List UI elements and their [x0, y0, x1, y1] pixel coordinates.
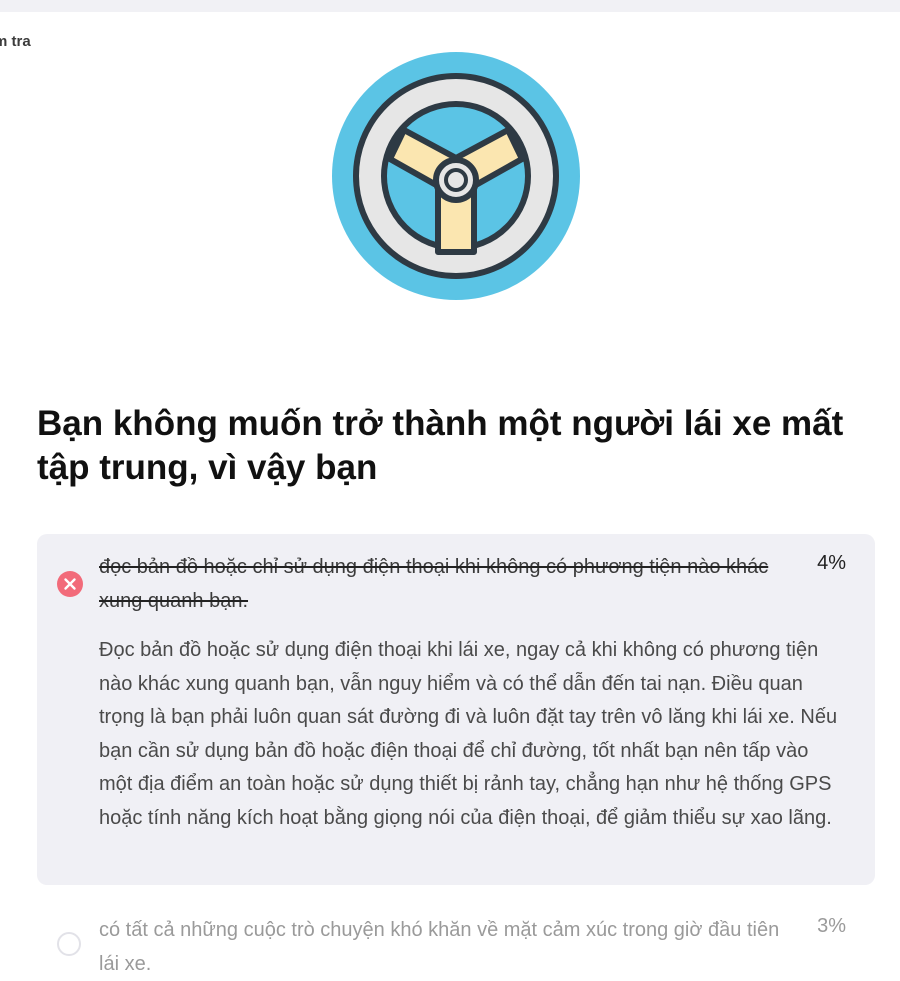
- answer-percent: 4%: [817, 552, 846, 574]
- answer-text: đọc bản đồ hoặc chỉ sử dụng điện thoại k…: [99, 556, 769, 612]
- answer-option-2[interactable]: có tất cả những cuộc trò chuyện khó khăn…: [37, 905, 875, 980]
- illustration: [332, 52, 580, 300]
- answer-option-1[interactable]: đọc bản đồ hoặc chỉ sử dụng điện thoại k…: [37, 534, 875, 885]
- answer-text: có tất cả những cuộc trò chuyện khó khăn…: [99, 919, 780, 975]
- answer-percent: 3%: [817, 915, 846, 937]
- top-bar: [0, 0, 900, 12]
- radio-button[interactable]: [57, 932, 81, 956]
- steering-wheel-icon: [332, 52, 580, 300]
- answer-explanation: Đọc bản đồ hoặc sử dụng điện thoại khi l…: [99, 639, 838, 829]
- question-title: Bạn không muốn trở thành một người lái x…: [37, 404, 844, 487]
- breadcrumb: m tra: [0, 33, 31, 50]
- wrong-answer-icon: [57, 571, 83, 597]
